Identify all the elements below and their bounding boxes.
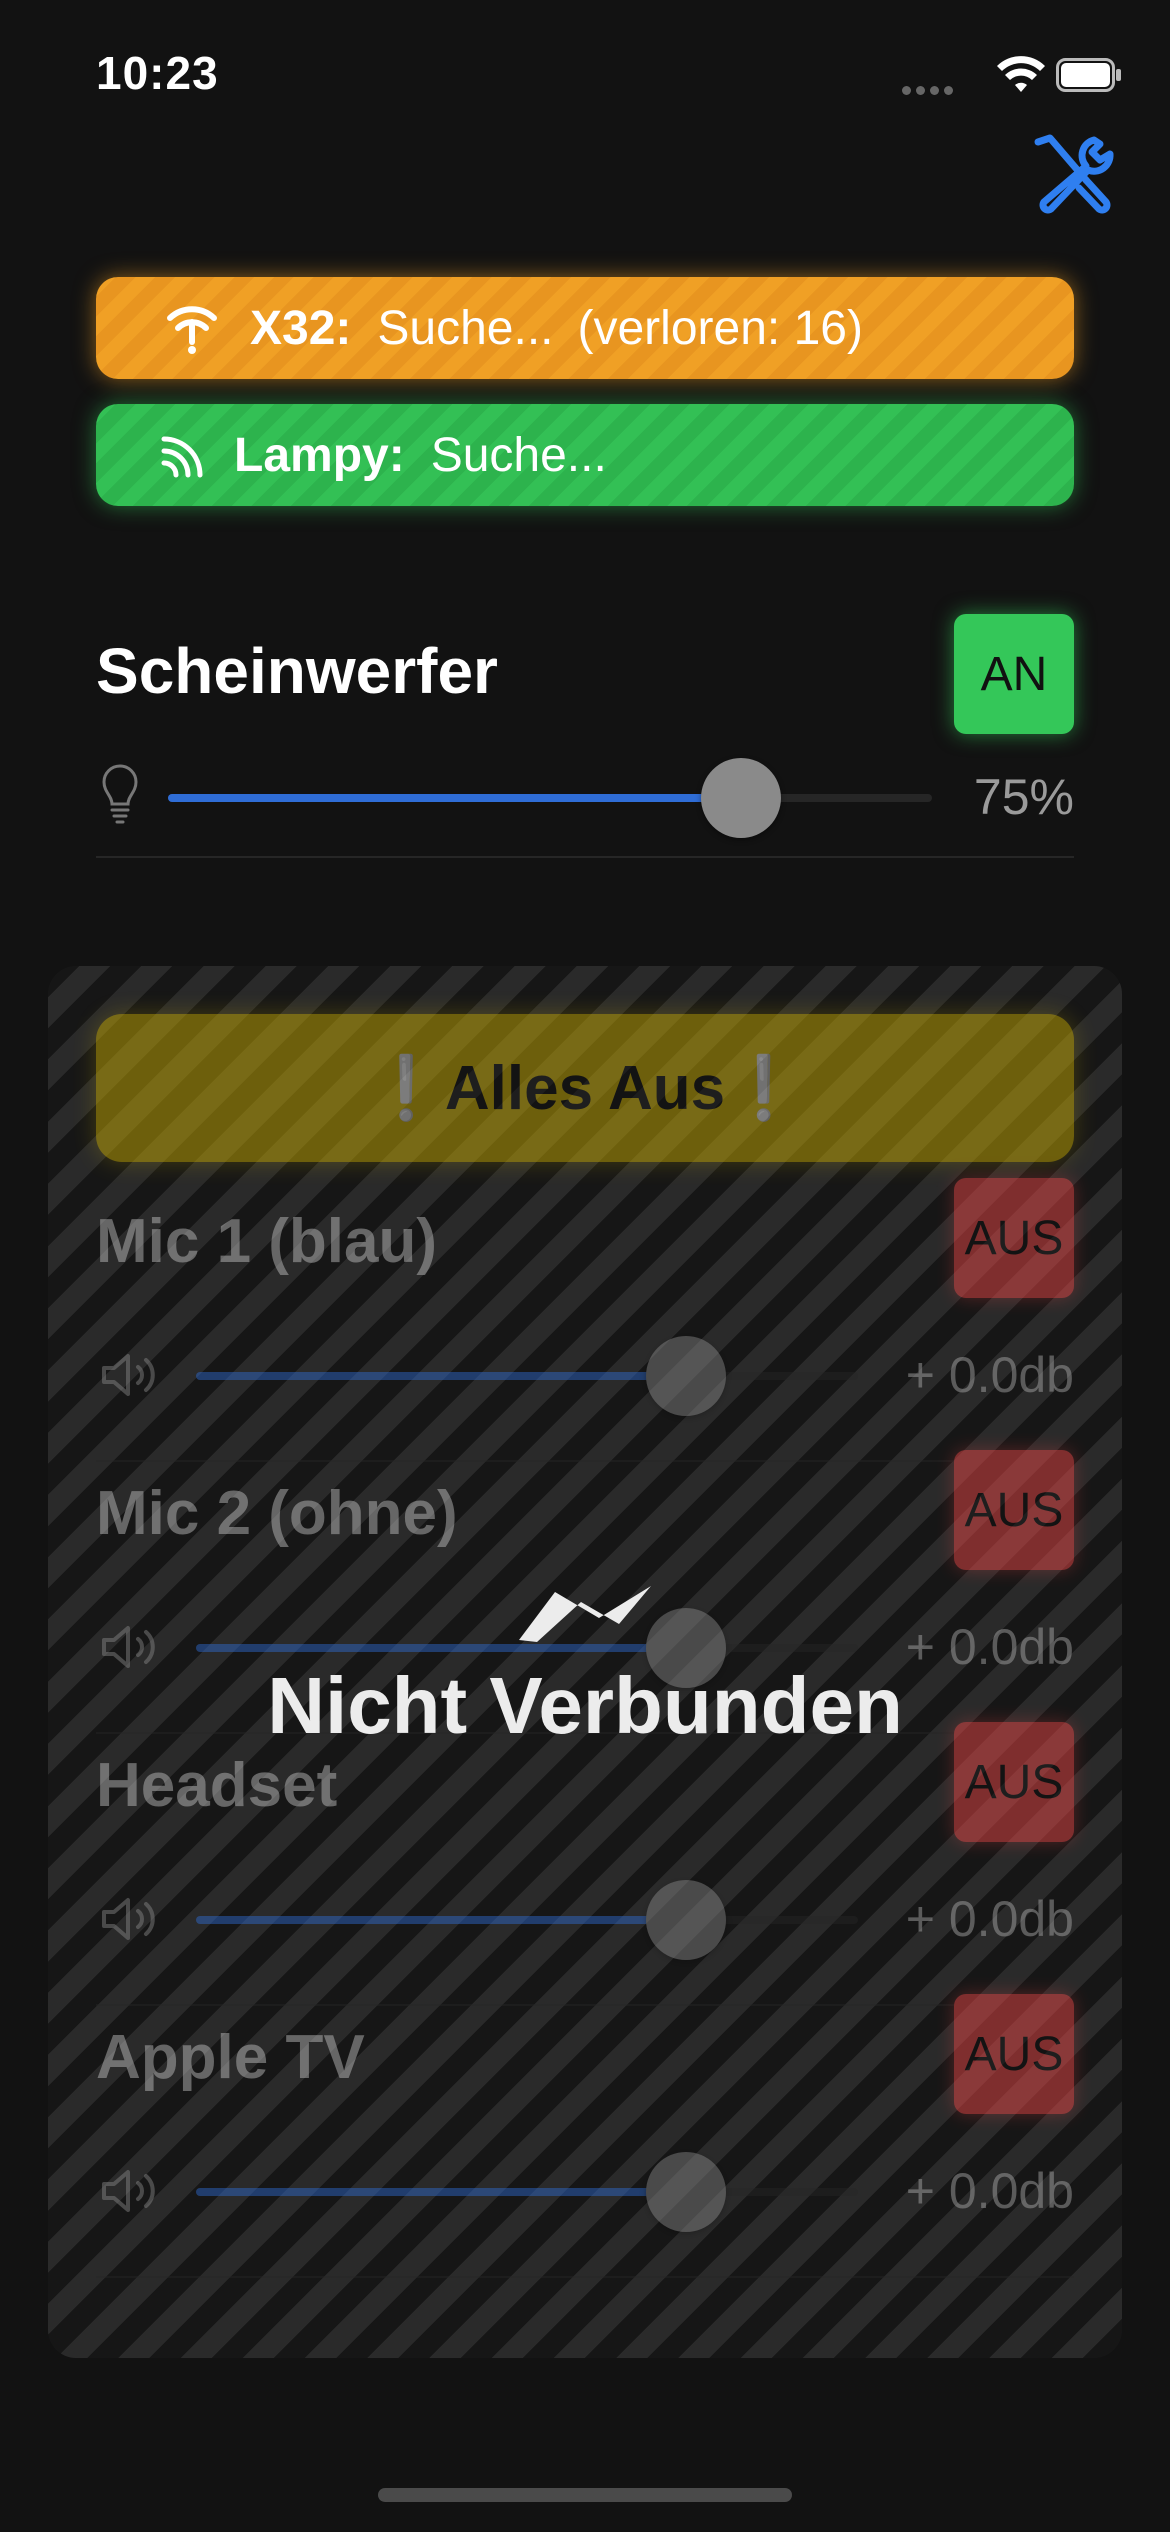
channel-mute-toggle[interactable]: AUS bbox=[954, 1178, 1074, 1298]
fader-knob[interactable] bbox=[645, 1880, 726, 1960]
status-bar: 10:23 bbox=[0, 0, 1170, 140]
x32-connection-status: X32: Suche... (verloren: 16) bbox=[96, 277, 1074, 379]
divider bbox=[96, 856, 1074, 858]
fader-knob[interactable] bbox=[645, 2152, 726, 2232]
lampy-status: Suche... bbox=[430, 428, 607, 482]
wifi-off-icon bbox=[167, 306, 217, 354]
spotlight-title: Scheinwerfer bbox=[96, 635, 498, 707]
slider-fill bbox=[168, 794, 741, 802]
slider-knob[interactable] bbox=[701, 758, 781, 838]
spotlight-level-value: 75% bbox=[973, 769, 1074, 825]
cellular-signal-icon bbox=[902, 82, 958, 100]
channel-gain-value: + 0.0db bbox=[905, 1891, 1074, 1947]
channel-name: Apple TV bbox=[96, 2023, 365, 2092]
channel-name: Mic 2 (ohne) bbox=[96, 1479, 458, 1548]
spotlight-brightness-slider[interactable] bbox=[168, 758, 932, 838]
channel-mute-toggle[interactable]: AUS bbox=[954, 1994, 1074, 2114]
tools-icon bbox=[1034, 134, 1114, 214]
status-icons bbox=[902, 52, 1122, 102]
all-off-button[interactable]: ❕Alles Aus❕ bbox=[96, 1014, 1074, 1162]
channel-mute-toggle[interactable]: AUS bbox=[954, 1450, 1074, 1570]
x32-status: Suche... bbox=[377, 301, 554, 355]
channel-fader[interactable] bbox=[196, 1336, 858, 1416]
lampy-label: Lampy: bbox=[234, 428, 405, 482]
status-time: 10:23 bbox=[96, 47, 219, 99]
rss-icon bbox=[161, 436, 203, 478]
channel-fader[interactable] bbox=[196, 2152, 858, 2232]
not-connected-label: Nicht Verbunden bbox=[267, 1661, 903, 1750]
speaker-icon bbox=[100, 1894, 160, 1949]
wifi-icon bbox=[997, 56, 1045, 92]
lightbulb-icon bbox=[102, 764, 138, 824]
spotlight-toggle-button[interactable]: AN bbox=[954, 614, 1074, 734]
battery-icon bbox=[1056, 58, 1121, 92]
settings-tools-button[interactable] bbox=[1030, 132, 1116, 216]
channel-gain-value: + 0.0db bbox=[905, 2163, 1074, 2219]
divider bbox=[96, 2004, 1074, 2006]
divider bbox=[96, 2276, 1074, 2278]
fader-fill bbox=[196, 2188, 686, 2196]
channel-name: Headset bbox=[96, 1751, 338, 1820]
speaker-icon bbox=[100, 2166, 160, 2221]
fader-fill bbox=[196, 1916, 686, 1924]
x32-label: X32: bbox=[250, 301, 352, 355]
channel-gain-value: + 0.0db bbox=[905, 1347, 1074, 1403]
x32-lost-count: (verloren: 16) bbox=[577, 301, 863, 355]
divider bbox=[96, 1460, 1074, 1462]
channel-name: Mic 1 (blau) bbox=[96, 1207, 438, 1276]
lampy-connection-status: Lampy: Suche... bbox=[96, 404, 1074, 506]
channel-fader[interactable] bbox=[196, 1880, 858, 1960]
speaker-icon bbox=[100, 1350, 160, 1405]
disconnected-icon bbox=[519, 1586, 651, 1642]
home-indicator[interactable] bbox=[378, 2488, 792, 2502]
fader-fill bbox=[196, 1372, 686, 1380]
fader-knob[interactable] bbox=[645, 1336, 726, 1416]
